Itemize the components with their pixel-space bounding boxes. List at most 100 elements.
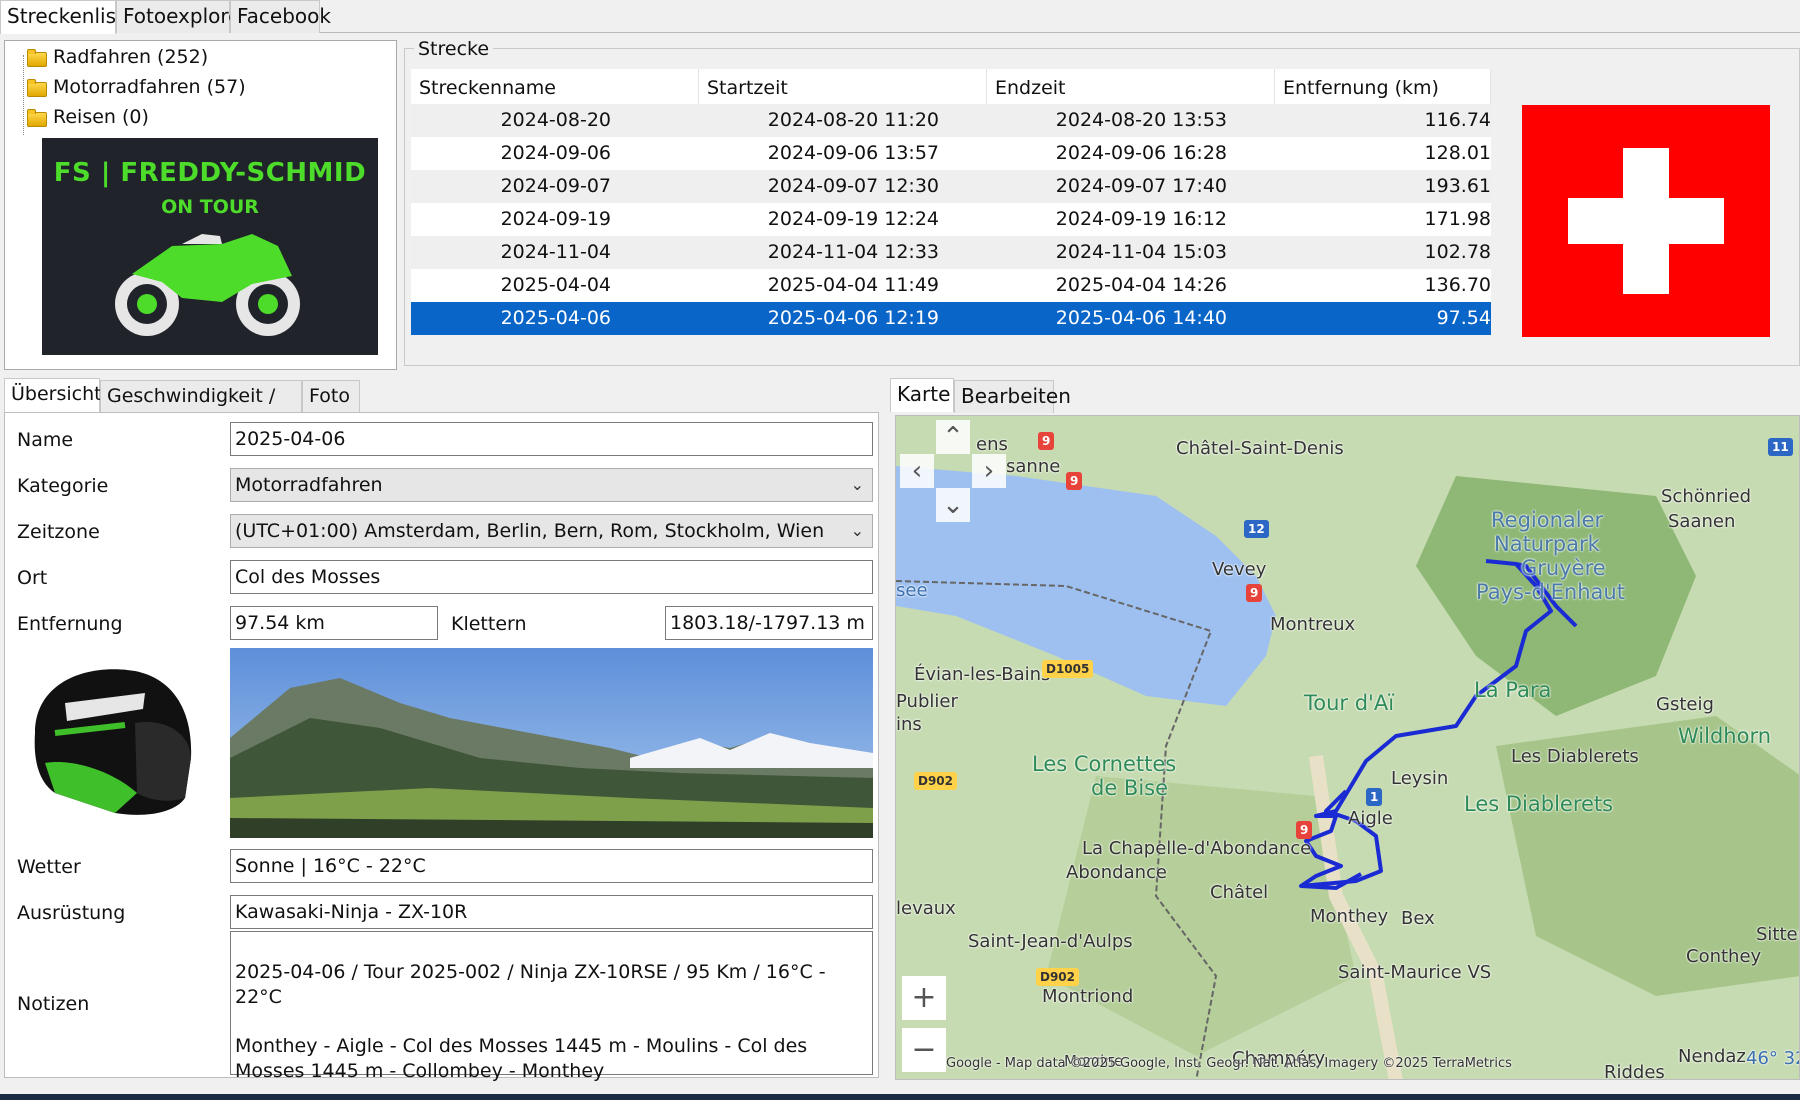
map-label-abondance: Abondance xyxy=(1066,862,1167,883)
map-label-chatel-saint-denis: Châtel-Saint-Denis xyxy=(1176,438,1344,459)
column-header-startzeit[interactable]: Startzeit xyxy=(699,69,987,104)
map-pan-down-icon[interactable]: ⌄ xyxy=(936,488,970,522)
map-label-leysin: Leysin xyxy=(1391,768,1449,789)
cell-end: 2025-04-06 14:40 xyxy=(1055,307,1227,329)
helmet-image xyxy=(34,669,192,815)
main-tab-bar: Streckenliste Fotoexplorer Facebook xyxy=(0,0,1800,34)
table-row[interactable]: 2025-04-06 2025-04-06 12:19 2025-04-06 14:… xyxy=(411,302,1491,335)
klettern-field[interactable]: 1803.18/-1797.13 m xyxy=(665,606,873,640)
column-header-endzeit[interactable]: Endzeit xyxy=(987,69,1275,104)
cell-dist: 97.54 xyxy=(1436,307,1491,329)
cell-end: 2024-09-07 17:40 xyxy=(1055,175,1227,197)
column-header-entfernung[interactable]: Entfernung (km) xyxy=(1275,69,1491,104)
tree-item-label: Motorradfahren (57) xyxy=(53,76,246,98)
name-field[interactable]: 2025-04-06 xyxy=(230,422,873,456)
road-badge-d902: D902 xyxy=(914,772,958,790)
tab-streckenliste[interactable]: Streckenliste xyxy=(0,0,136,34)
map-label-la-chapelle: La Chapelle-d'Abondance xyxy=(1082,838,1312,859)
cell-start: 2024-09-19 12:24 xyxy=(767,208,939,230)
cell-start: 2025-04-06 12:19 xyxy=(767,307,939,329)
road-badge-9: 9 xyxy=(1246,584,1263,602)
map-label-chatel: Châtel xyxy=(1210,882,1269,903)
map-label-monthey: Monthey xyxy=(1310,906,1389,927)
map-label-see: see xyxy=(896,580,928,601)
tab-geschwindigkeit-hoehe[interactable]: Geschwindigkeit / Höhe xyxy=(100,380,302,437)
road-badge-9: 9 xyxy=(1296,821,1313,839)
map-label-publier: Publier xyxy=(896,691,958,712)
map-label-regionaler: Regionaler xyxy=(1491,508,1604,532)
map-label-pays-denhaut: Pays-d'Enhaut xyxy=(1476,580,1625,604)
detail-panel: Name 2025-04-06 Kategorie Motorradfahren… xyxy=(4,412,879,1082)
map-attribution: Google - Map data ©2025 Google, Inst. Ge… xyxy=(946,1056,1512,1071)
cell-name: 2024-09-06 xyxy=(500,142,611,164)
chevron-down-icon[interactable]: ⌄ xyxy=(851,515,864,547)
map-pan-up-icon[interactable]: ⌃ xyxy=(936,420,970,454)
tab-fotoexplorer[interactable]: Fotoexplorer xyxy=(116,0,249,33)
map-pan-left-icon[interactable]: ‹ xyxy=(900,454,934,488)
wetter-field[interactable]: Sonne | 16°C - 22°C xyxy=(230,849,873,883)
map-pan-right-icon[interactable]: › xyxy=(972,454,1006,488)
wetter-label: Wetter xyxy=(17,856,81,878)
kategorie-label: Kategorie xyxy=(17,475,109,497)
notizen-textarea[interactable]: 2025-04-06 / Tour 2025-002 / Ninja ZX-10… xyxy=(230,931,873,1082)
table-row[interactable]: 2024-09-07 2024-09-07 12:30 2024-09-07 17:… xyxy=(411,170,1491,203)
tree-item-radfahren[interactable]: Radfahren (252) xyxy=(27,43,208,71)
map-label-riddes: Riddes xyxy=(1604,1062,1665,1080)
taskbar-edge xyxy=(0,1094,1800,1100)
route-map[interactable]: Châtel-Saint-Denis sanne ens Schönried S… xyxy=(895,415,1800,1080)
table-row[interactable]: 2025-04-04 2025-04-04 11:49 2025-04-04 14:… xyxy=(411,269,1491,302)
chevron-down-icon[interactable]: ⌄ xyxy=(851,469,864,501)
cell-start: 2025-04-04 11:49 xyxy=(767,274,939,296)
cell-end: 2024-08-20 13:53 xyxy=(1055,109,1227,131)
tab-uebersicht[interactable]: Übersicht xyxy=(4,378,102,412)
swiss-flag-image xyxy=(1522,105,1770,337)
tree-item-motorradfahren[interactable]: Motorradfahren (57) xyxy=(27,73,246,101)
road-badge-12: 12 xyxy=(1244,520,1269,538)
cell-start: 2024-11-04 12:33 xyxy=(767,241,939,263)
cell-name: 2024-09-07 xyxy=(500,175,611,197)
cell-name: 2024-11-04 xyxy=(500,241,611,263)
map-label-levaux: levaux xyxy=(896,898,956,919)
map-label-saint-jean-daulps: Saint-Jean-d'Aulps xyxy=(968,931,1133,952)
table-row[interactable]: 2024-11-04 2024-11-04 12:33 2024-11-04 15:… xyxy=(411,236,1491,269)
tab-facebook[interactable]: Facebook xyxy=(230,0,331,33)
map-label-les-cornettes: Les Cornettes xyxy=(1032,752,1177,776)
ort-field[interactable]: Col des Mosses xyxy=(230,560,873,594)
road-badge-1: 1 xyxy=(1366,788,1383,806)
map-label-nendaz: Nendaz xyxy=(1678,1046,1746,1067)
map-label-de-bise: de Bise xyxy=(1091,776,1169,800)
tree-item-label: Reisen (0) xyxy=(53,106,149,128)
table-row[interactable]: 2024-08-20 2024-08-20 11:20 2024-08-20 13:… xyxy=(411,104,1491,137)
zeitzone-select[interactable]: (UTC+01:00) Amsterdam, Berlin, Bern, Rom… xyxy=(230,514,873,548)
cell-end: 2025-04-04 14:26 xyxy=(1055,274,1227,296)
entfernung-field[interactable]: 97.54 km xyxy=(230,606,438,640)
table-row[interactable]: 2024-09-06 2024-09-06 13:57 2024-09-06 16:… xyxy=(411,137,1491,170)
tab-karte[interactable]: Karte xyxy=(890,378,954,412)
notizen-line-1: 2025-04-06 / Tour 2025-002 / Ninja ZX-10… xyxy=(235,961,826,1008)
zoom-in-button[interactable]: + xyxy=(902,976,946,1020)
map-label-wildhorn: Wildhorn xyxy=(1678,724,1772,748)
table-header: Streckenname Startzeit Endzeit Entfernun… xyxy=(411,69,1491,105)
folder-icon xyxy=(27,78,47,97)
map-label-lens: ens xyxy=(976,434,1008,455)
logo-title: FS | FREDDY-SCHMID xyxy=(53,158,367,188)
map-label-aigle: Aigle xyxy=(1348,808,1393,829)
map-label-evian: Évian-les-Bains xyxy=(914,664,1051,685)
zoom-out-button[interactable]: − xyxy=(902,1028,946,1072)
zeitzone-value: (UTC+01:00) Amsterdam, Berlin, Bern, Rom… xyxy=(235,520,825,542)
map-label-saanen: Saanen xyxy=(1668,511,1736,532)
map-label-sitten: Sitten xyxy=(1756,924,1799,945)
tab-bearbeiten[interactable]: Bearbeiten xyxy=(954,380,1071,413)
strecke-table: Streckenname Startzeit Endzeit Entfernun… xyxy=(411,69,1491,335)
table-row[interactable]: 2024-09-19 2024-09-19 12:24 2024-09-19 16:… xyxy=(411,203,1491,236)
entfernung-label: Entfernung xyxy=(17,613,123,635)
kategorie-select[interactable]: Motorradfahren ⌄ xyxy=(230,468,873,502)
klettern-label: Klettern xyxy=(451,613,527,635)
tab-foto[interactable]: Foto xyxy=(302,380,360,413)
ausruestung-field[interactable]: Kawasaki-Ninja - ZX-10R xyxy=(230,895,873,929)
zeitzone-label: Zeitzone xyxy=(17,521,100,543)
column-header-streckenname[interactable]: Streckenname xyxy=(411,69,699,104)
freddy-schmid-logo: FS | FREDDY-SCHMID ON TOUR xyxy=(42,138,378,355)
cell-name: 2025-04-06 xyxy=(500,307,611,329)
tree-item-reisen[interactable]: Reisen (0) xyxy=(27,103,149,131)
